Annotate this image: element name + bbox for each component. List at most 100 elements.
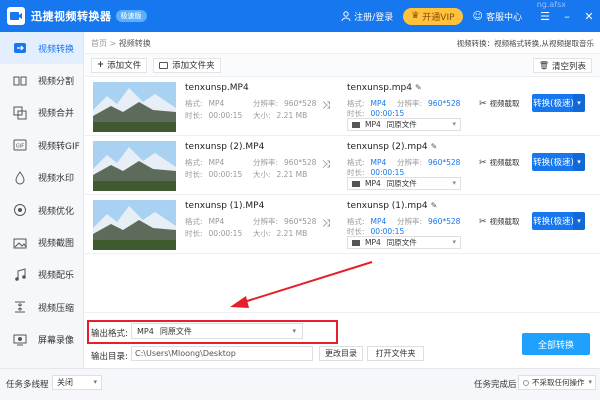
add-folder-button[interactable]: 添加文件夹 (153, 57, 221, 73)
source-format: 格式: MP4 (185, 158, 225, 167)
sidebar-item-video-watermark[interactable]: 视频水印 (0, 162, 83, 194)
source-filename: tenxunsp (2).MP4 (185, 142, 265, 152)
user-icon (341, 11, 351, 21)
video-thumbnail (93, 141, 176, 191)
output-filename[interactable]: tenxunsp.mp4 ✎ (347, 83, 422, 93)
trash-icon: 🗑 (538, 61, 549, 70)
output-filename[interactable]: tenxunsp (1).mp4 ✎ (347, 201, 437, 211)
gif-icon: GIF (13, 138, 27, 152)
row-format-select[interactable]: MP4 同原文件 ▾ (347, 236, 461, 249)
screen-record-icon (13, 333, 27, 347)
status-bar: 任务多线程 关闭 ▾ 任务完成后 不采取任何操作 ▾ (0, 368, 600, 400)
output-resolution: 分辨率: 960*528 (397, 158, 461, 167)
edit-icon[interactable]: ✎ (431, 201, 438, 210)
chevron-down-icon: ▾ (588, 378, 592, 386)
sidebar-item-label: 视频水印 (38, 174, 75, 185)
source-duration: 时长: 00:00:15 (185, 170, 243, 179)
sidebar: 视频转换 视频分割 视频合并 GIF 视频转GIF 视频水印 视频优化 视频截图… (0, 32, 84, 368)
svg-text:GIF: GIF (16, 144, 24, 150)
film-icon (352, 180, 360, 187)
close-icon[interactable]: ✕ (578, 10, 600, 23)
clear-list-button[interactable]: 🗑 清空列表 (532, 58, 592, 73)
sidebar-item-video-gif[interactable]: GIF 视频转GIF (0, 129, 83, 161)
output-resolution: 分辨率: 960*528 (397, 99, 461, 108)
vip-button[interactable]: ♛ 开通VIP (403, 7, 463, 25)
video-thumbnail (93, 82, 176, 132)
sidebar-item-video-merge[interactable]: 视频合并 (0, 97, 83, 129)
output-filename[interactable]: tenxunsp (2).mp4 ✎ (347, 142, 437, 152)
multithread-select[interactable]: 关闭 ▾ (52, 375, 102, 390)
source-filename: tenxunsp.MP4 (185, 83, 249, 93)
add-file-button[interactable]: + 添加文件 (91, 57, 148, 73)
output-dir-label: 输出目录: (91, 352, 128, 362)
breadcrumb-home[interactable]: 首页 (91, 39, 107, 48)
change-dir-button[interactable]: 更改目录 (319, 346, 363, 361)
swap-arrows-icon: ⤨ (322, 100, 330, 111)
sidebar-item-label: 视频转换 (38, 44, 75, 55)
on-complete-select[interactable]: 不采取任何操作 ▾ (518, 375, 596, 390)
sidebar-item-video-optimize[interactable]: 视频优化 (0, 194, 83, 226)
source-size: 大小: 2.21 MB (253, 111, 308, 120)
watermark-icon (13, 170, 27, 185)
on-complete-label: 任务完成后 (474, 380, 517, 390)
chevron-down-icon: ▾ (452, 238, 456, 246)
crown-icon: ♛ (411, 11, 420, 21)
source-resolution: 分辨率: 960*528 (253, 158, 317, 167)
clear-list-label: 清空列表 (551, 61, 586, 72)
scissors-icon: ✂ (479, 216, 487, 227)
sidebar-item-video-convert[interactable]: 视频转换 (0, 32, 83, 65)
source-resolution: 分辨率: 960*528 (253, 99, 317, 108)
convert-options-dropdown[interactable]: ▾ (573, 94, 585, 112)
convert-options-dropdown[interactable]: ▾ (573, 212, 585, 230)
chevron-down-icon: ▾ (452, 120, 456, 128)
chevron-down-icon: ▾ (452, 179, 456, 187)
file-row[interactable]: tenxunsp (2).MP4 格式: MP4 分辨率: 960*528 时长: 0… (85, 137, 600, 195)
source-format: 格式: MP4 (185, 217, 225, 226)
app-title: 迅捷视频转换器 (31, 10, 112, 23)
service-label: 客服中心 (485, 12, 522, 23)
convert-options-dropdown[interactable]: ▾ (573, 153, 585, 171)
sidebar-item-label: 视频合并 (38, 109, 75, 120)
output-settings-panel: 输出格式: MP4 同原文件 ▾ 输出目录: C:\Users\Mloong\D… (85, 312, 600, 368)
file-row[interactable]: tenxunsp.MP4 格式: MP4 分辨率: 960*528 时长: 00:00… (85, 78, 600, 136)
breadcrumb-current: 视频转换 (118, 39, 151, 48)
edit-icon[interactable]: ✎ (431, 142, 438, 151)
sidebar-item-label: 屏幕录像 (38, 336, 75, 347)
sidebar-item-video-screenshot[interactable]: 视频截图 (0, 226, 83, 258)
sidebar-item-video-compress[interactable]: 视频压缩 (0, 291, 83, 323)
add-file-label: 添加文件 (107, 61, 142, 71)
file-row[interactable]: tenxunsp (1).MP4 格式: MP4 分辨率: 960*528 时长: 0… (85, 196, 600, 254)
edit-icon[interactable]: ✎ (415, 83, 422, 92)
output-format-label: 输出格式: (91, 329, 128, 339)
menu-icon[interactable]: ☰ (534, 10, 556, 23)
row-format-select[interactable]: MP4 同原文件 ▾ (347, 118, 461, 131)
screenshot-icon (13, 236, 27, 250)
optimize-icon (13, 203, 27, 217)
minimize-icon[interactable]: – (556, 10, 578, 23)
music-icon (13, 268, 27, 282)
sidebar-item-video-music[interactable]: 视频配乐 (0, 259, 83, 291)
chevron-down-icon: ▾ (292, 327, 296, 335)
output-dir-field[interactable]: C:\Users\Mloong\Desktop (131, 346, 313, 361)
sidebar-item-screen-record[interactable]: 屏幕录像 (0, 324, 83, 356)
sidebar-item-video-split[interactable]: 视频分割 (0, 64, 83, 96)
sidebar-item-label: 视频压缩 (38, 303, 75, 314)
file-toolbar: + 添加文件 添加文件夹 🗑 清空列表 (85, 53, 600, 77)
login-label: 注册/登录 (354, 12, 394, 23)
plus-icon: + (97, 60, 105, 70)
cut-video-button[interactable]: ✂ 视频截取 (479, 216, 520, 227)
open-folder-button[interactable]: 打开文件夹 (367, 346, 424, 361)
service-center-link[interactable]: ☺ 客服中心 (473, 10, 522, 23)
video-thumbnail (93, 200, 176, 250)
login-link[interactable]: 注册/登录 (341, 10, 393, 23)
multithread-label: 任务多线程 (6, 380, 49, 390)
output-format-select[interactable]: MP4 同原文件 ▾ (131, 323, 303, 339)
app-logo-icon (7, 7, 25, 25)
cut-video-button[interactable]: ✂ 视频截取 (479, 157, 520, 168)
cut-video-button[interactable]: ✂ 视频截取 (479, 98, 520, 109)
sidebar-item-label: 视频转GIF (38, 141, 80, 152)
row-format-select[interactable]: MP4 同原文件 ▾ (347, 177, 461, 190)
vip-label: 开通VIP (422, 12, 455, 23)
sidebar-item-label: 视频截图 (38, 239, 75, 250)
convert-all-button[interactable]: 全部转换 (522, 333, 590, 355)
